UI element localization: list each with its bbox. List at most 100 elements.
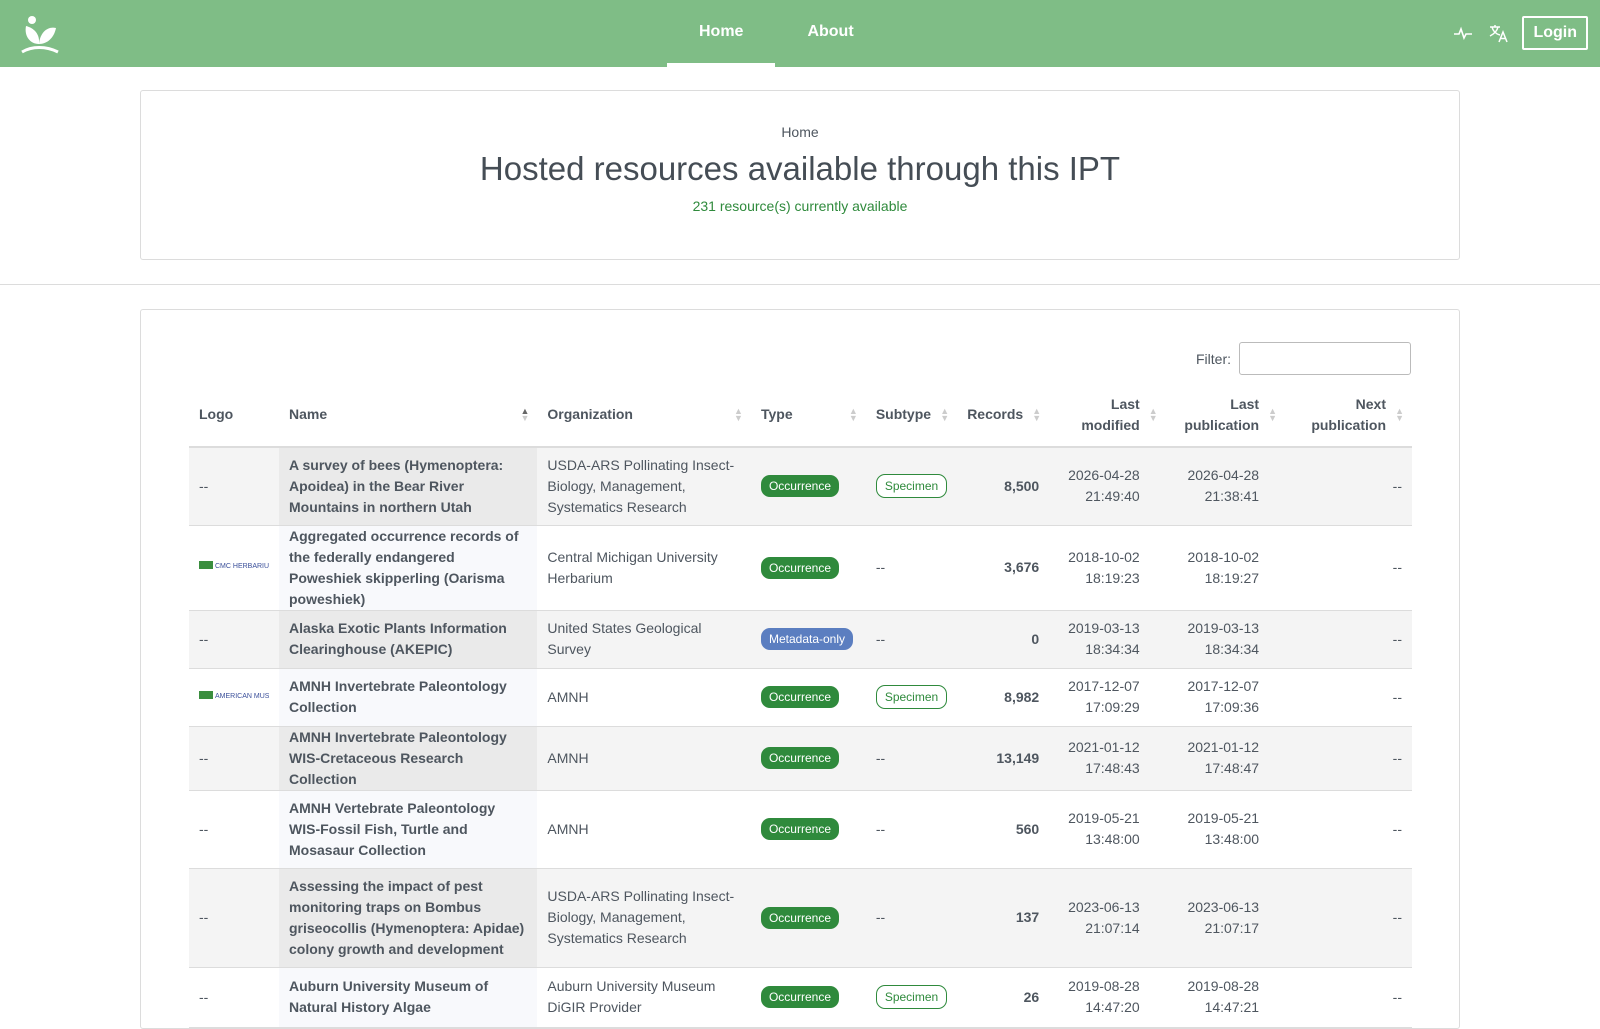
resources-card: Filter: Logo Name ▲ ▼ Organization ▲ ▼ Type ▲… xyxy=(140,309,1460,1029)
resource-count: 231 resource(s) currently available xyxy=(692,198,908,214)
last-publication-cell: 2019-03-13 18:34:34 xyxy=(1165,610,1286,669)
subtype-cell: -- xyxy=(865,726,958,791)
records-cell: 0 xyxy=(957,610,1050,669)
translate-icon[interactable] xyxy=(1486,20,1512,46)
nav-home-link[interactable]: Home xyxy=(667,0,776,67)
table-row[interactable]: -- Assessing the impact of pest monitorin… xyxy=(189,868,1412,968)
logo-placeholder: -- xyxy=(199,749,209,766)
last-publication-cell: 2019-05-21 13:48:00 xyxy=(1165,790,1286,869)
organization-cell: United States Geological Survey xyxy=(537,610,751,669)
logo-placeholder: -- xyxy=(199,909,209,925)
logo-placeholder: -- xyxy=(199,988,209,1005)
resource-name-link[interactable]: AMNH Invertebrate Paleontology WIS-Creta… xyxy=(279,726,538,791)
last-modified-cell: 2019-03-13 18:34:34 xyxy=(1049,610,1166,669)
resource-name-link[interactable]: Assessing the impact of pest monitoring … xyxy=(279,868,538,968)
sort-icon: ▲ ▼ xyxy=(1032,405,1042,423)
next-publication-cell: -- xyxy=(1285,868,1412,968)
last-modified-cell: 2017-12-07 17:09:29 xyxy=(1049,668,1166,727)
records-cell: 8,500 xyxy=(957,447,1050,526)
type-badge: Occurrence xyxy=(760,556,839,579)
logo-cell: -- xyxy=(189,790,279,869)
login-button[interactable]: Login xyxy=(1522,16,1588,50)
filter-input[interactable] xyxy=(1239,342,1411,375)
subtype-cell: Specimen xyxy=(865,668,958,727)
subtype-empty: -- xyxy=(875,909,886,925)
resource-name-link[interactable]: Auburn University Museum of Natural Hist… xyxy=(279,967,538,1028)
breadcrumb[interactable]: Home xyxy=(141,124,1459,140)
filter-label: Filter: xyxy=(1196,350,1231,367)
health-pulse-icon[interactable] xyxy=(1450,20,1476,46)
svg-text:CMC HERBARIUM: CMC HERBARIUM xyxy=(215,563,269,570)
type-badge: Occurrence xyxy=(760,747,839,769)
next-publication-cell: -- xyxy=(1285,525,1412,611)
table-row[interactable]: -- A survey of bees (Hymenoptera: Apoidea… xyxy=(189,447,1412,526)
table-row[interactable]: CMC HERBARIUM Aggregated occurrence recor… xyxy=(189,525,1412,611)
col-last-publication-header[interactable]: Last publication ▲ ▼ xyxy=(1165,383,1286,448)
last-publication-cell: 2017-12-07 17:09:36 xyxy=(1165,668,1286,727)
col-organization-header[interactable]: Organization ▲ ▼ xyxy=(537,383,751,448)
logo-placeholder: -- xyxy=(199,820,209,837)
last-publication-cell: 2026-04-28 21:38:41 xyxy=(1165,447,1286,526)
next-publication-cell: -- xyxy=(1285,726,1412,791)
next-publication-cell: -- xyxy=(1285,967,1412,1028)
last-publication-cell: 2021-01-12 17:48:47 xyxy=(1165,726,1286,791)
subtype-cell: Specimen xyxy=(865,447,958,526)
table-row[interactable]: -- Alaska Exotic Plants Information Clear… xyxy=(189,610,1412,669)
svg-text:AMERICAN MUSEUM of NATURAL HIS: AMERICAN MUSEUM of NATURAL HISTORY xyxy=(215,693,269,700)
subtype-cell: Specimen xyxy=(865,967,958,1028)
last-publication-cell: 2018-10-02 18:19:27 xyxy=(1165,525,1286,611)
type-badge: Metadata-only xyxy=(760,628,854,650)
type-cell: Occurrence xyxy=(750,668,866,727)
col-next-publication-header[interactable]: Next publication ▲ ▼ xyxy=(1285,383,1412,448)
logo-cell: -- xyxy=(189,447,279,526)
subtype-badge: Specimen xyxy=(875,685,948,709)
table-row[interactable]: -- AMNH Vertebrate Paleontology WIS-Fossi… xyxy=(189,790,1412,869)
col-type-header[interactable]: Type ▲ ▼ xyxy=(750,383,866,448)
subtype-empty: -- xyxy=(875,630,886,647)
resource-name-link[interactable]: AMNH Vertebrate Paleontology WIS-Fossil … xyxy=(279,790,538,869)
table-row[interactable]: -- Auburn University Museum of Natural Hi… xyxy=(189,967,1412,1028)
resource-name-link[interactable]: Aggregated occurrence records of the fed… xyxy=(279,525,538,611)
subtype-badge: Specimen xyxy=(875,474,948,499)
organization-cell: Auburn University Museum DiGIR Provider xyxy=(537,967,751,1028)
last-modified-cell: 2019-05-21 13:48:00 xyxy=(1049,790,1166,869)
records-cell: 137 xyxy=(957,868,1050,968)
records-cell: 8,982 xyxy=(957,668,1050,727)
page-header-card: Home Hosted resources available through … xyxy=(140,90,1460,260)
organization-cell: USDA-ARS Pollinating Insect-Biology, Man… xyxy=(537,868,751,968)
logo-cell: CMC HERBARIUM xyxy=(189,525,279,611)
organization-cell: USDA-ARS Pollinating Insect-Biology, Man… xyxy=(537,447,751,526)
type-cell: Metadata-only xyxy=(750,610,866,669)
main-nav: Home About xyxy=(667,0,886,67)
col-subtype-header[interactable]: Subtype ▲ ▼ xyxy=(865,383,958,448)
type-cell: Occurrence xyxy=(750,868,866,968)
type-cell: Occurrence xyxy=(750,726,866,791)
records-cell: 3,676 xyxy=(957,525,1050,611)
logo-cell: -- xyxy=(189,967,279,1028)
col-last-modified-header[interactable]: Last modified ▲ ▼ xyxy=(1049,383,1166,448)
table-row[interactable]: AMERICAN MUSEUM of NATURAL HISTORY AMNH I… xyxy=(189,668,1412,727)
last-modified-cell: 2019-08-28 14:47:20 xyxy=(1049,967,1166,1028)
next-publication-cell: -- xyxy=(1285,610,1412,669)
table-row[interactable]: -- AMNH Invertebrate Paleontology WIS-Cre… xyxy=(189,726,1412,791)
subtype-empty: -- xyxy=(875,749,886,766)
col-name-header[interactable]: Name ▲ ▼ xyxy=(279,383,538,448)
type-badge: Occurrence xyxy=(760,986,839,1008)
logo-cell: -- xyxy=(189,610,279,669)
logo-cell: AMERICAN MUSEUM of NATURAL HISTORY xyxy=(189,668,279,727)
nav-about-link[interactable]: About xyxy=(775,0,885,67)
page-title: Hosted resources available through this … xyxy=(479,150,1121,187)
last-modified-cell: 2018-10-02 18:19:23 xyxy=(1049,525,1166,611)
type-badge: Occurrence xyxy=(760,686,839,708)
resource-name-link[interactable]: A survey of bees (Hymenoptera: Apoidea) … xyxy=(279,447,538,526)
col-records-header[interactable]: Records ▲ ▼ xyxy=(957,383,1050,448)
gbif-logo-icon[interactable] xyxy=(18,14,60,54)
organization-cell: Central Michigan University Herbarium xyxy=(537,525,751,611)
resource-name-link[interactable]: Alaska Exotic Plants Information Clearin… xyxy=(279,610,538,669)
sort-asc-icon: ▲ ▼ xyxy=(520,405,530,423)
col-logo-header: Logo xyxy=(189,383,279,448)
resource-name-link[interactable]: AMNH Invertebrate Paleontology Collectio… xyxy=(279,668,538,727)
type-cell: Occurrence xyxy=(750,790,866,869)
logo-cell: -- xyxy=(189,726,279,791)
records-cell: 560 xyxy=(957,790,1050,869)
